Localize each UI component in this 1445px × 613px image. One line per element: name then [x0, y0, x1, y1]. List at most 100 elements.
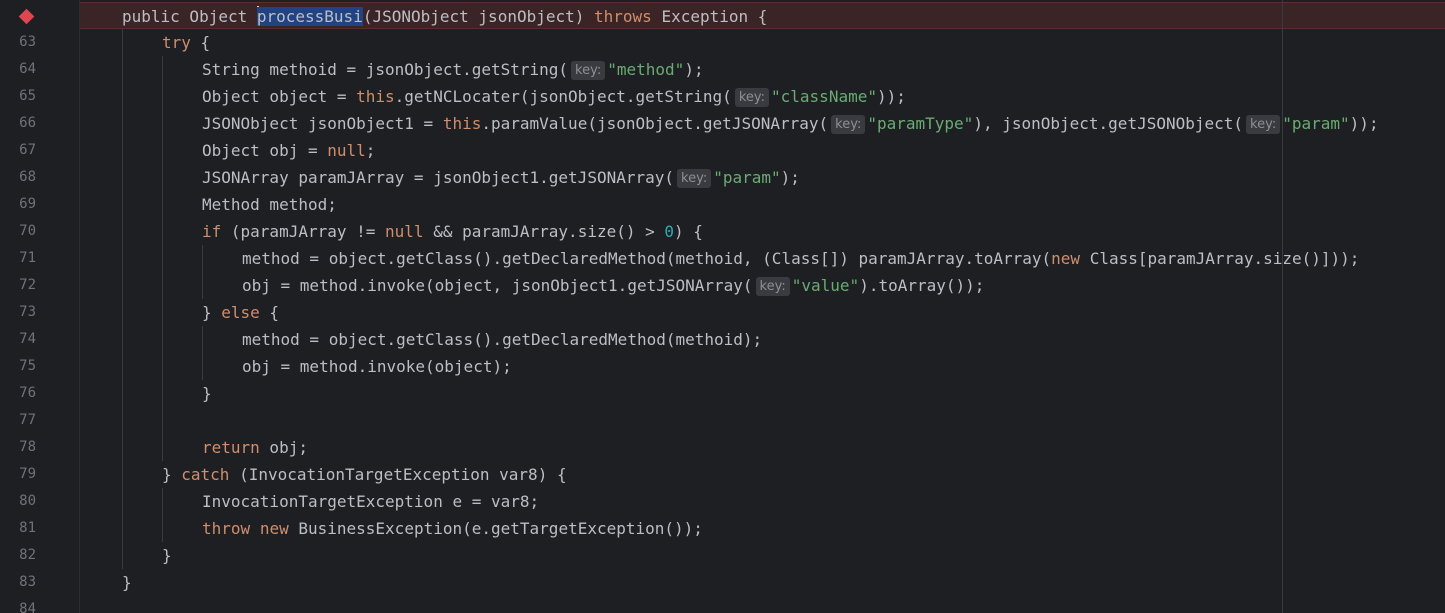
indent-guide: [162, 245, 202, 272]
line-number[interactable]: 72: [0, 272, 36, 299]
code-text[interactable]: Object obj = null;: [82, 137, 375, 164]
code-text[interactable]: Object object = this.getNCLocater(jsonOb…: [82, 83, 906, 110]
code-token: Method method;: [202, 195, 337, 214]
line-number[interactable]: 76: [0, 380, 36, 407]
line-number[interactable]: 68: [0, 164, 36, 191]
string-literal: "className": [771, 87, 877, 106]
indent-guide: [122, 380, 162, 407]
indent-guide: [82, 596, 122, 613]
code-line[interactable]: 82}: [0, 542, 1445, 569]
indent-guide: [82, 272, 122, 299]
code-line[interactable]: 79 } catch (InvocationTargetException var…: [0, 461, 1445, 488]
line-number[interactable]: 73: [0, 299, 36, 326]
code-line-breakpoint[interactable]: public Object processBusi(JSONObject jso…: [0, 2, 1445, 29]
indent-guide: [122, 461, 162, 488]
line-number[interactable]: 65: [0, 83, 36, 110]
code-text[interactable]: public Object processBusi(JSONObject jso…: [82, 3, 767, 30]
code-line[interactable]: 72 obj = method.invoke(object, jsonObject…: [0, 272, 1445, 299]
code-line[interactable]: 80 InvocationTargetException e = var8;: [0, 488, 1445, 515]
code-line[interactable]: 63 try {: [0, 29, 1445, 56]
line-number[interactable]: 83: [0, 569, 36, 596]
line-number[interactable]: 78: [0, 434, 36, 461]
code-text[interactable]: [82, 596, 122, 613]
code-text[interactable]: obj = method.invoke(object, jsonObject1.…: [82, 272, 984, 299]
parameter-hint: key:: [677, 169, 712, 188]
line-number[interactable]: 77: [0, 407, 36, 434]
code-line[interactable]: 83}: [0, 569, 1445, 596]
code-text[interactable]: method = object.getClass().getDeclaredMe…: [82, 245, 1359, 272]
code-line[interactable]: 70 if (paramJArray != null && paramJArray…: [0, 218, 1445, 245]
line-number[interactable]: 80: [0, 488, 36, 515]
code-line[interactable]: 84: [0, 596, 1445, 613]
indent-guide: [82, 407, 122, 434]
code-line[interactable]: 68 JSONArray paramJArray = jsonObject1.ge…: [0, 164, 1445, 191]
indent-guide: [162, 407, 202, 434]
code-text[interactable]: }: [82, 569, 132, 596]
line-number[interactable]: 64: [0, 56, 36, 83]
indent-guide: [162, 164, 202, 191]
code-editor[interactable]: public Object processBusi(JSONObject jso…: [0, 0, 1445, 613]
code-line[interactable]: 74 method = object.getClass().getDeclared…: [0, 326, 1445, 353]
code-line[interactable]: 64 String methoid = jsonObject.getString(…: [0, 56, 1445, 83]
keyword-token: this: [442, 114, 482, 133]
code-text[interactable]: JSONObject jsonObject1 = this.paramValue…: [82, 110, 1379, 137]
code-text[interactable]: } else {: [82, 299, 279, 326]
code-text[interactable]: JSONArray paramJArray = jsonObject1.getJ…: [82, 164, 800, 191]
line-number[interactable]: 75: [0, 353, 36, 380]
code-text[interactable]: method = object.getClass().getDeclaredMe…: [82, 326, 762, 353]
code-line[interactable]: 75 obj = method.invoke(object);: [0, 353, 1445, 380]
code-line[interactable]: 73 } else {: [0, 299, 1445, 326]
number-literal: 0: [664, 222, 675, 241]
code-text[interactable]: [82, 407, 202, 434]
line-number[interactable]: 84: [0, 596, 36, 613]
code-line[interactable]: 69 Method method;: [0, 191, 1445, 218]
code-token: ;: [365, 141, 376, 160]
line-number[interactable]: 82: [0, 542, 36, 569]
code-text[interactable]: if (paramJArray != null && paramJArray.s…: [82, 218, 703, 245]
line-number[interactable]: 67: [0, 137, 36, 164]
code-token: method = object.getClass().getDeclaredMe…: [242, 330, 763, 349]
code-line[interactable]: 71 method = object.getClass().getDeclared…: [0, 245, 1445, 272]
indent-guide: [82, 3, 122, 30]
code-text[interactable]: throw new BusinessException(e.getTargetE…: [82, 515, 703, 542]
code-text[interactable]: return obj;: [82, 434, 308, 461]
line-number[interactable]: 70: [0, 218, 36, 245]
indent-guide: [82, 191, 122, 218]
line-number[interactable]: 74: [0, 326, 36, 353]
indent-guide: [122, 56, 162, 83]
line-number[interactable]: 69: [0, 191, 36, 218]
indent-guide: [162, 218, 202, 245]
code-line[interactable]: 81 throw new BusinessException(e.getTarge…: [0, 515, 1445, 542]
code-token: }: [162, 546, 172, 565]
line-number[interactable]: 81: [0, 515, 36, 542]
indent-guide: [82, 56, 122, 83]
line-number[interactable]: 79: [0, 461, 36, 488]
indent-guide: [122, 137, 162, 164]
code-line[interactable]: 76}: [0, 380, 1445, 407]
parameter-hint: key:: [831, 115, 866, 134]
code-line[interactable]: 77: [0, 407, 1445, 434]
parameter-hint: key:: [1246, 115, 1281, 134]
line-number[interactable]: 66: [0, 110, 36, 137]
code-text[interactable]: obj = method.invoke(object);: [82, 353, 512, 380]
code-token: method = object.getClass().getDeclaredMe…: [242, 249, 1052, 268]
line-number[interactable]: 71: [0, 245, 36, 272]
keyword-token: else: [221, 303, 260, 322]
code-line[interactable]: 67 Object obj = null;: [0, 137, 1445, 164]
code-text[interactable]: }: [82, 380, 212, 407]
indent-guide: [82, 299, 122, 326]
code-text[interactable]: try {: [82, 29, 210, 56]
code-line[interactable]: 66 JSONObject jsonObject1 = this.paramVal…: [0, 110, 1445, 137]
code-line[interactable]: 65 Object object = this.getNCLocater(json…: [0, 83, 1445, 110]
code-line[interactable]: 78 return obj;: [0, 434, 1445, 461]
code-text[interactable]: }: [82, 542, 172, 569]
code-text[interactable]: Method method;: [82, 191, 337, 218]
right-margin-guide: [1282, 0, 1283, 613]
code-text[interactable]: String methoid = jsonObject.getString(ke…: [82, 56, 704, 83]
code-text[interactable]: InvocationTargetException e = var8;: [82, 488, 539, 515]
indent-guide: [82, 542, 122, 569]
line-number[interactable]: 63: [0, 29, 36, 56]
code-token: Exception {: [651, 7, 768, 26]
code-text[interactable]: } catch (InvocationTargetException var8)…: [82, 461, 567, 488]
